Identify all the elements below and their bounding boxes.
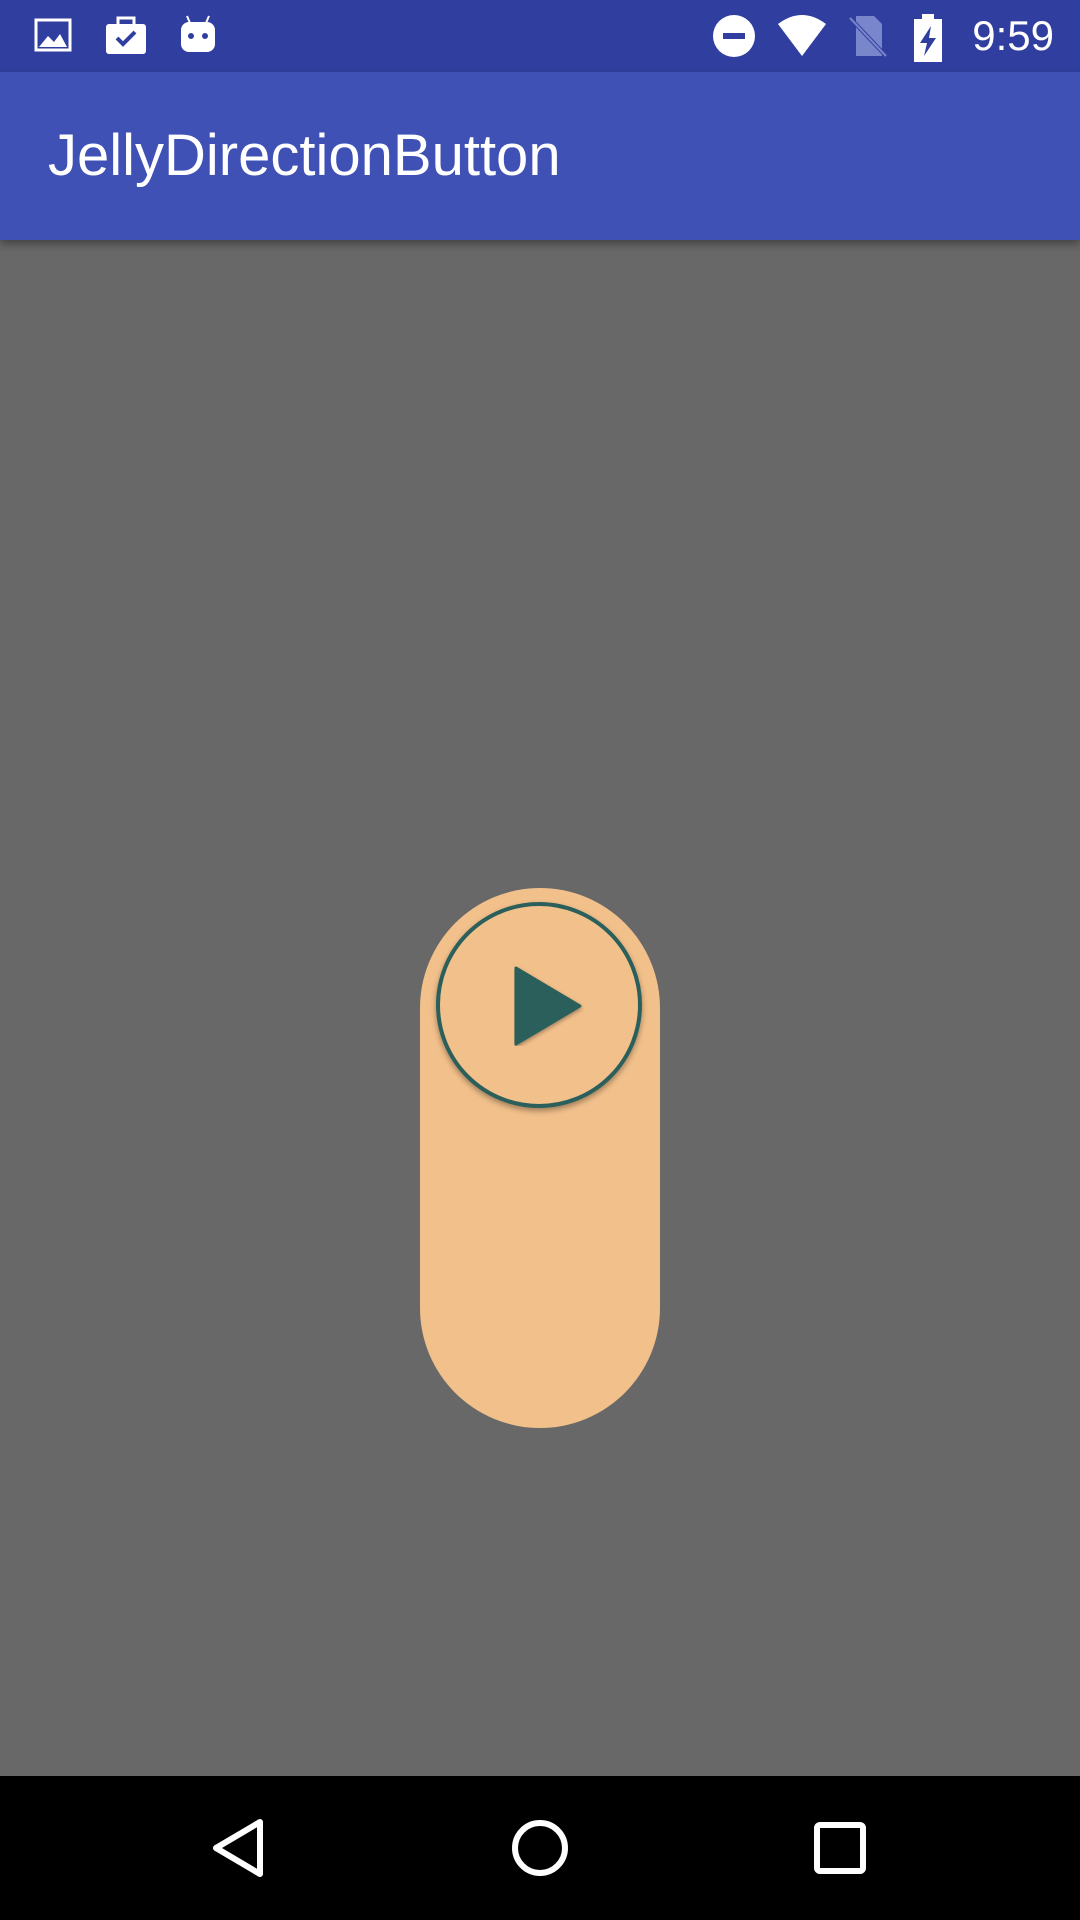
do-not-disturb-icon (710, 12, 758, 60)
screen: 9:59 JellyDirectionButton (0, 0, 1080, 1920)
wifi-icon (776, 12, 826, 60)
status-bar: 9:59 (0, 0, 1080, 72)
app-title: JellyDirectionButton (48, 123, 561, 188)
image-icon (30, 12, 78, 60)
briefcase-check-icon (102, 12, 150, 60)
back-icon[interactable] (200, 1808, 280, 1888)
android-icon (174, 12, 222, 60)
navigation-bar (0, 1776, 1080, 1920)
home-icon[interactable] (500, 1808, 580, 1888)
battery-charging-icon (904, 12, 952, 62)
recents-icon[interactable] (800, 1808, 880, 1888)
play-icon[interactable] (514, 966, 584, 1046)
status-time: 9:59 (972, 12, 1054, 59)
no-sim-icon (844, 12, 892, 60)
app-bar: JellyDirectionButton (0, 72, 1080, 240)
